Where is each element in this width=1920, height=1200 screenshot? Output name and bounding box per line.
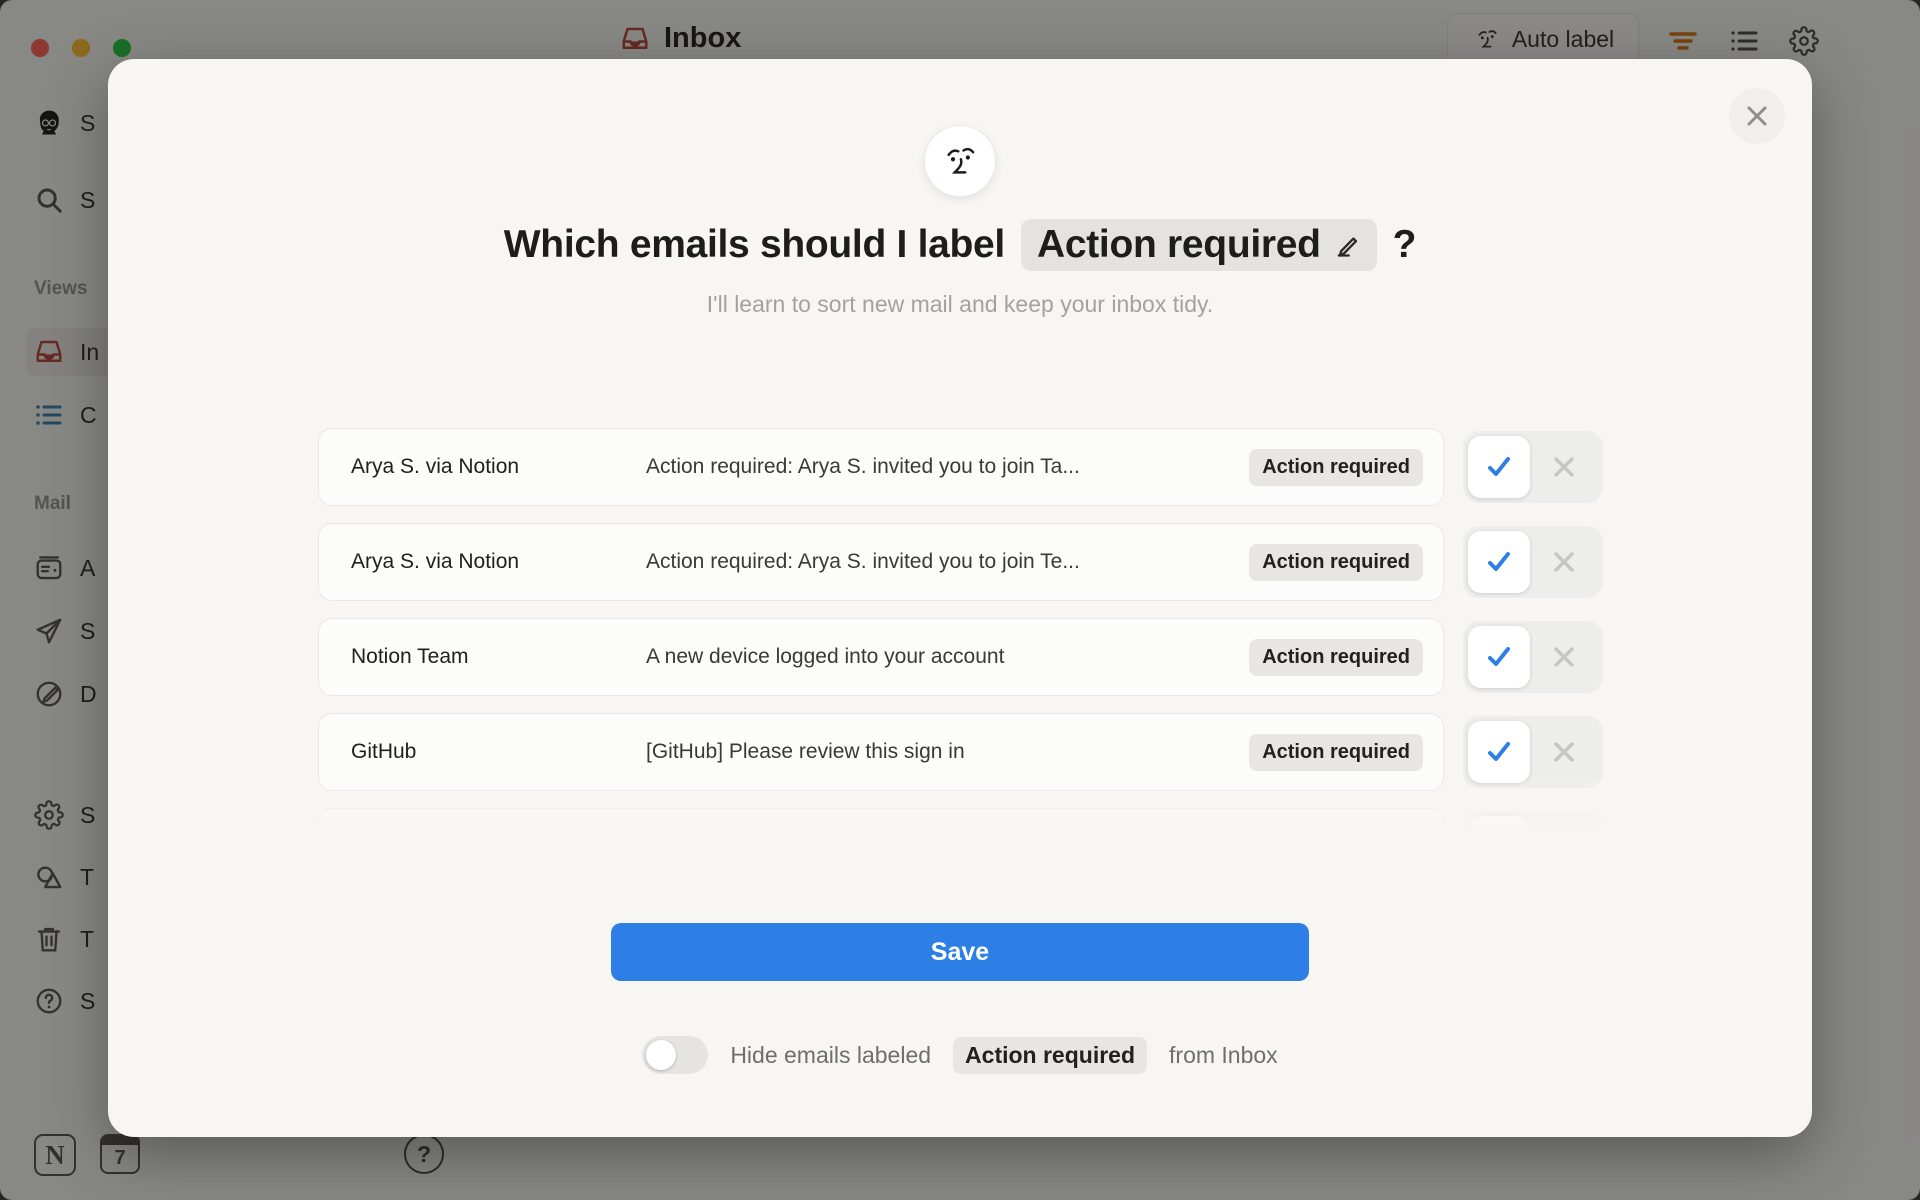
close-icon xyxy=(1744,103,1770,129)
email-subject: [GitHub] Please review this sign in xyxy=(646,740,1249,764)
label-name-text: Action required xyxy=(1037,223,1321,267)
modal-title-suffix: ? xyxy=(1393,223,1417,267)
label-name-chip[interactable]: Action required xyxy=(1021,219,1377,271)
email-row: GitHub [GitHub] Please review this sign … xyxy=(318,713,1603,791)
email-sender: Arya S. via Notion xyxy=(351,550,646,574)
close-modal-button[interactable] xyxy=(1729,88,1785,144)
check-icon xyxy=(1483,451,1515,483)
toggle-text-suffix: from Inbox xyxy=(1169,1042,1278,1069)
email-sample-list: Arya S. via Notion Action required: Arya… xyxy=(318,428,1603,834)
x-icon xyxy=(1550,453,1578,481)
auto-label-face-icon xyxy=(939,140,981,182)
email-card xyxy=(318,808,1444,834)
confirm-label-button[interactable] xyxy=(1468,626,1530,688)
email-row: Notion Team A new device logged into you… xyxy=(318,618,1603,696)
reject-label-button[interactable] xyxy=(1530,721,1598,783)
email-row: Arya S. via Notion Action required: Arya… xyxy=(318,523,1603,601)
email-subject: A new device logged into your account xyxy=(646,645,1249,669)
check-icon xyxy=(1483,736,1515,768)
modal-title-prefix: Which emails should I label xyxy=(504,223,1005,267)
email-sender: Notion Team xyxy=(351,645,646,669)
hide-labeled-toggle[interactable] xyxy=(642,1036,708,1074)
check-icon xyxy=(1483,546,1515,578)
email-row-partial xyxy=(318,808,1603,834)
modal-title: Which emails should I label Action requi… xyxy=(108,219,1812,271)
reject-label-button[interactable] xyxy=(1530,626,1598,688)
email-row: Arya S. via Notion Action required: Arya… xyxy=(318,428,1603,506)
email-label-chip: Action required xyxy=(1249,449,1423,486)
email-card: Arya S. via Notion Action required: Arya… xyxy=(318,523,1444,601)
confirm-label-button[interactable] xyxy=(1468,721,1530,783)
label-vote-group xyxy=(1463,811,1603,834)
reject-label-button[interactable] xyxy=(1530,436,1598,498)
email-subject: Action required: Arya S. invited you to … xyxy=(646,455,1249,479)
x-icon xyxy=(1550,548,1578,576)
save-button[interactable]: Save xyxy=(611,923,1309,981)
check-icon xyxy=(1483,641,1515,673)
label-vote-group xyxy=(1463,621,1603,693)
reject-label-button[interactable] xyxy=(1530,816,1598,834)
email-sender: GitHub xyxy=(351,740,646,764)
label-vote-group xyxy=(1463,431,1603,503)
email-subject: Action required: Arya S. invited you to … xyxy=(646,550,1249,574)
toggle-knob xyxy=(646,1040,676,1070)
confirm-label-button[interactable] xyxy=(1468,436,1530,498)
label-vote-group xyxy=(1463,716,1603,788)
x-icon xyxy=(1550,643,1578,671)
auto-label-avatar xyxy=(924,125,996,197)
email-card: Notion Team A new device logged into you… xyxy=(318,618,1444,696)
confirm-label-button[interactable] xyxy=(1468,531,1530,593)
modal-subtitle: I'll learn to sort new mail and keep you… xyxy=(108,291,1812,318)
toggle-text-prefix: Hide emails labeled xyxy=(730,1042,931,1069)
reject-label-button[interactable] xyxy=(1530,531,1598,593)
email-card: GitHub [GitHub] Please review this sign … xyxy=(318,713,1444,791)
label-vote-group xyxy=(1463,526,1603,598)
email-sender: Arya S. via Notion xyxy=(351,455,646,479)
email-label-chip: Action required xyxy=(1249,639,1423,676)
email-card: Arya S. via Notion Action required: Arya… xyxy=(318,428,1444,506)
email-label-chip: Action required xyxy=(1249,544,1423,581)
toggle-label-chip: Action required xyxy=(953,1037,1147,1074)
edit-pencil-icon xyxy=(1333,231,1361,259)
email-label-chip: Action required xyxy=(1249,734,1423,771)
x-icon xyxy=(1550,738,1578,766)
auto-label-modal: Which emails should I label Action requi… xyxy=(108,59,1812,1137)
confirm-label-button[interactable] xyxy=(1468,816,1530,834)
hide-labeled-toggle-row: Hide emails labeled Action required from… xyxy=(108,1036,1812,1074)
